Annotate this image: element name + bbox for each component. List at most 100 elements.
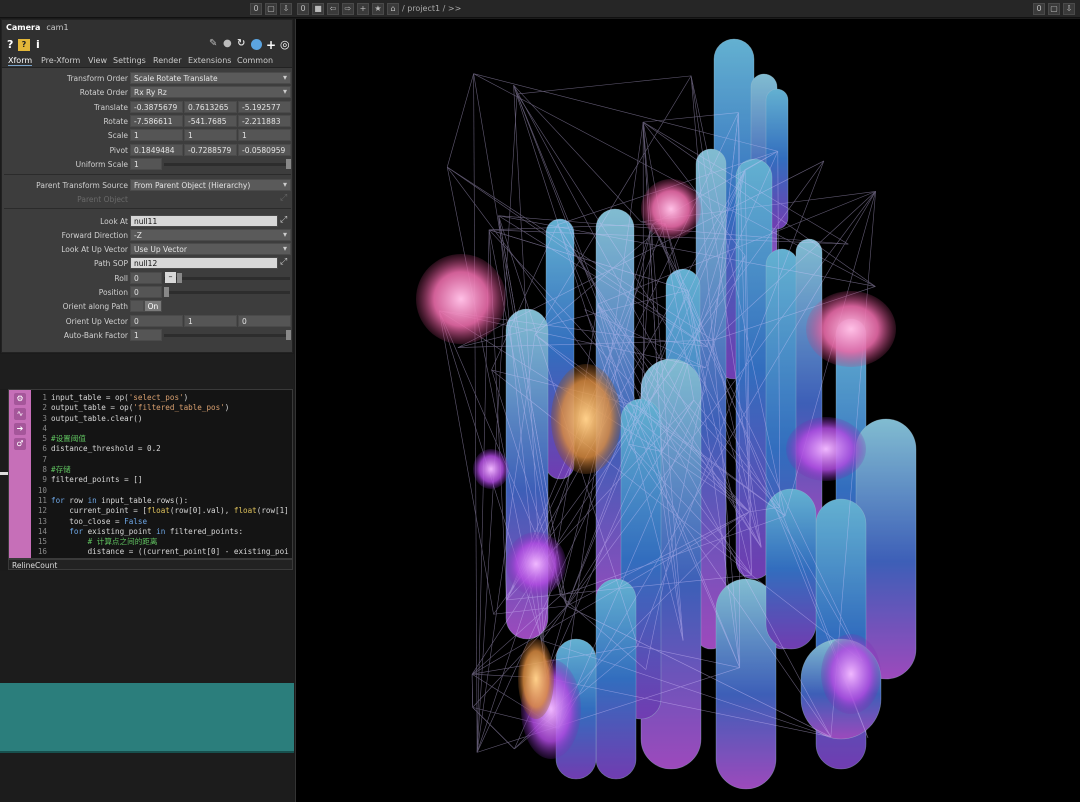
parent-object-picker-icon[interactable]: ⤢ (280, 193, 287, 203)
edit-icon[interactable]: ✎ (209, 38, 217, 49)
pivot-z-field[interactable]: -0.0580959 (238, 144, 291, 156)
forward-direction-menu[interactable]: -Z (130, 229, 291, 241)
orient-up-x-field[interactable]: 0 (130, 315, 183, 327)
label-path-sop: Path SOP (93, 259, 128, 268)
code-line[interactable]: 3 output_table.clear() (33, 414, 293, 424)
rotate-z-field[interactable]: -2.211883 (238, 115, 291, 127)
roll-field[interactable]: 0 (130, 272, 162, 284)
roll-reset-button[interactable]: – (165, 272, 176, 283)
look-at-picker-icon[interactable]: ⤢ (280, 215, 287, 225)
comment-icon[interactable]: ● (223, 38, 232, 49)
render-viewport[interactable] (295, 19, 1080, 802)
star-icon[interactable]: ★ (372, 3, 384, 15)
add-icon[interactable]: + (357, 3, 369, 15)
code-line[interactable]: 4 (33, 424, 293, 434)
tab-settings[interactable]: Settings (113, 56, 146, 65)
refresh-icon[interactable]: ↻ (237, 38, 245, 49)
translate-x-field[interactable]: -0.3875679 (130, 101, 183, 113)
transform-order-menu[interactable]: Scale Rotate Translate (130, 72, 291, 84)
stop-icon[interactable]: ■ (312, 3, 324, 15)
pane-count-button-right[interactable]: 0 (1033, 3, 1045, 15)
path-sop-picker-icon[interactable]: ⤢ (280, 257, 287, 267)
target-icon[interactable]: ◎ (280, 38, 290, 51)
tab-xform[interactable]: Xform (8, 56, 33, 66)
code-line[interactable]: 14 for existing_point in filtered_points… (33, 527, 293, 537)
position-slider-handle[interactable] (164, 287, 169, 297)
code-text[interactable]: 1 input_table = op('select_pos') 2 output_t… (33, 393, 293, 558)
orient-along-path-toggle-off[interactable] (130, 300, 144, 312)
link-icon[interactable]: ♂ (14, 438, 26, 450)
tab-render[interactable]: Render (153, 56, 181, 65)
orient-up-z-field[interactable]: 0 (238, 315, 291, 327)
translate-z-field[interactable]: -5.192577 (238, 101, 291, 113)
code-line[interactable]: 12 current_point = [float(row[0].val), f… (33, 506, 293, 516)
look-at-field[interactable]: null11 (130, 215, 278, 227)
scale-z-field[interactable]: 1 (238, 129, 291, 141)
auto-bank-factor-slider[interactable] (164, 334, 290, 337)
orient-along-path-toggle[interactable]: On (144, 300, 162, 312)
uniform-scale-slider-handle[interactable] (286, 159, 291, 169)
position-slider[interactable] (164, 291, 290, 294)
home-icon[interactable]: ⌂ (387, 3, 399, 15)
param-uniform-scale: Uniform Scale 1 (2, 158, 292, 171)
code-line[interactable]: 13 too_close = False (33, 517, 293, 527)
tab-pre-xform[interactable]: Pre-Xform (41, 56, 80, 65)
tab-view[interactable]: View (88, 56, 107, 65)
code-line[interactable]: 5 #设置阈值 (33, 434, 293, 444)
maximize-pane-button-right[interactable]: ▢ (1048, 3, 1060, 15)
uniform-scale-field[interactable]: 1 (130, 158, 162, 170)
scale-y-field[interactable]: 1 (184, 129, 237, 141)
rotate-order-menu[interactable]: Rx Ry Rz (130, 86, 291, 98)
look-at-up-vector-menu[interactable]: Use Up Vector (130, 243, 291, 255)
python-help-icon[interactable]: ? (18, 39, 30, 51)
roll-slider-handle[interactable] (177, 273, 182, 283)
operator-name[interactable]: cam1 (46, 23, 68, 32)
settings-icon[interactable]: ⚙ (14, 393, 26, 405)
roll-slider[interactable] (164, 277, 290, 280)
code-line[interactable]: 11 for row in input_table.rows(): (33, 496, 293, 506)
code-line[interactable]: 16 distance = ((current_point[0] - exist… (33, 547, 293, 557)
auto-bank-factor-slider-handle[interactable] (286, 330, 291, 340)
translate-y-field[interactable]: 0.7613265 (184, 101, 237, 113)
pane-menu-button-right[interactable]: ⇩ (1063, 3, 1075, 15)
auto-bank-factor-field[interactable]: 1 (130, 329, 162, 341)
add-param-icon[interactable]: + (266, 38, 276, 52)
arrow-right-icon[interactable]: ➔ (14, 423, 26, 435)
code-line[interactable]: 15 # 计算点之间的距离 (33, 537, 293, 547)
back-arrow-icon[interactable]: ⇦ (327, 3, 339, 15)
pane-count-button[interactable]: 0 (250, 3, 262, 15)
orange-pod (551, 364, 621, 474)
rotate-y-field[interactable]: -541.7685 (184, 115, 237, 127)
rotate-x-field[interactable]: -7.586611 (130, 115, 183, 127)
pivot-y-field[interactable]: -0.7288579 (184, 144, 237, 156)
graph-icon[interactable]: ∿ (14, 408, 26, 420)
code-line[interactable]: 10 (33, 486, 293, 496)
tab-extensions[interactable]: Extensions (188, 56, 231, 65)
pane-count-button-2[interactable]: 0 (297, 3, 309, 15)
code-line[interactable]: 6 distance_threshold = 0.2 (33, 444, 293, 454)
network-path[interactable]: / project1 / >> (402, 4, 461, 13)
orient-up-y-field[interactable]: 1 (184, 315, 237, 327)
code-editor[interactable]: ⚙ ∿ ➔ ♂ 1 input_table = op('select_pos') 2… (8, 389, 293, 559)
color-icon[interactable] (251, 39, 262, 50)
pivot-x-field[interactable]: 0.1849484 (130, 144, 183, 156)
path-sop-field[interactable]: null12 (130, 257, 278, 269)
code-line[interactable]: 8 #存储 (33, 465, 293, 475)
code-line[interactable]: 1 input_table = op('select_pos') (33, 393, 293, 403)
forward-arrow-icon[interactable]: ⇨ (342, 3, 354, 15)
maximize-pane-button[interactable]: ▢ (265, 3, 277, 15)
parent-transform-source-menu[interactable]: From Parent Object (Hierarchy) (130, 179, 291, 191)
uniform-scale-slider[interactable] (164, 163, 290, 166)
position-field[interactable]: 0 (130, 286, 162, 298)
scale-x-field[interactable]: 1 (130, 129, 183, 141)
pane-menu-button[interactable]: ⇩ (280, 3, 292, 15)
param-orient-along-path: Orient along Path On (2, 300, 292, 313)
code-line[interactable]: 7 (33, 455, 293, 465)
info-icon[interactable]: i (36, 38, 40, 51)
tab-common[interactable]: Common (237, 56, 273, 65)
help-icon[interactable]: ? (7, 38, 13, 51)
code-line[interactable]: 9 filtered_points = [] (33, 475, 293, 485)
param-parent-transform-source: Parent Transform Source From Parent Obje… (2, 179, 292, 192)
code-line[interactable]: 2 output_table = op('filtered_table_pos') (33, 403, 293, 413)
label-scale: Scale (107, 131, 128, 140)
